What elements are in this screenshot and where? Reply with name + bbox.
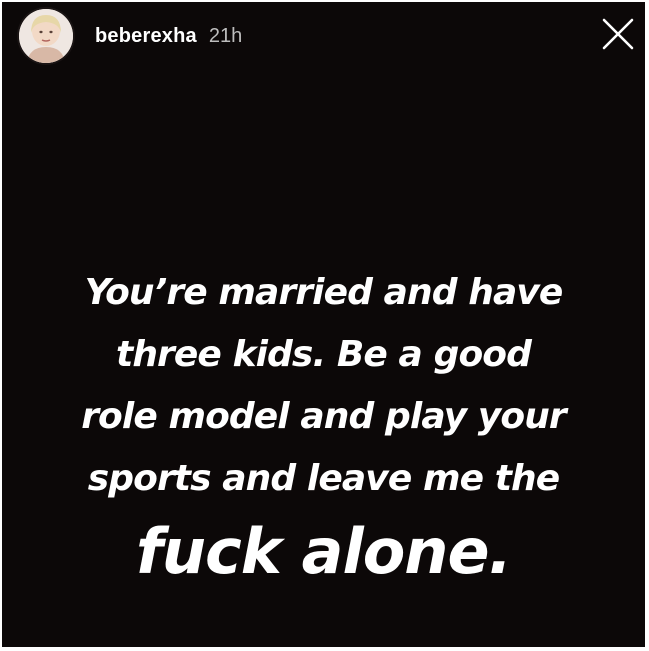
story-header: beberexha 21h: [19, 8, 242, 64]
message-line: You’re married and have: [84, 272, 564, 313]
timestamp: 21h: [208, 24, 243, 47]
close-button[interactable]: [600, 16, 636, 52]
story-frame: beberexha 21h You’re married and have th…: [2, 2, 645, 647]
avatar-photo-icon: [19, 9, 73, 63]
close-icon: [602, 18, 634, 50]
message-line: role model and play your: [81, 396, 566, 437]
message-line: sports and leave me the: [87, 458, 560, 499]
message-final-line: fuck alone.: [135, 515, 512, 588]
avatar[interactable]: [19, 9, 73, 63]
username[interactable]: beberexha: [95, 25, 197, 48]
message-line: three kids. Be a good: [116, 334, 532, 375]
story-message: You’re married and have three kids. Be a…: [2, 262, 645, 590]
